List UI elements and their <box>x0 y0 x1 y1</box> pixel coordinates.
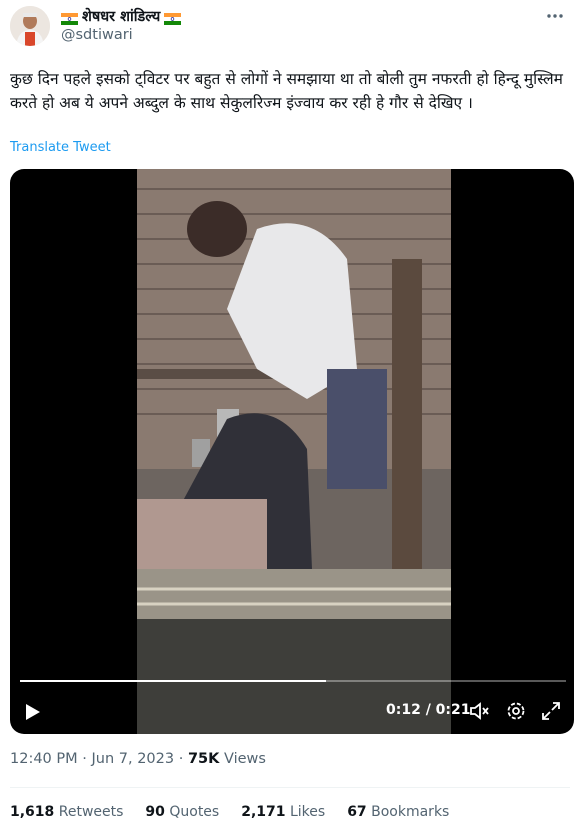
author-handle[interactable]: @sdtiwari <box>61 27 133 43</box>
video-progress-bar[interactable] <box>20 680 566 682</box>
stat-retweets[interactable]: 1,618 Retweets <box>10 804 123 820</box>
tweet-meta: 12:40 PM · Jun 7, 2023 · 75K Views <box>10 751 266 767</box>
video-time-display: 0:12 / 0:21 <box>386 702 471 718</box>
views-count: 75K <box>187 751 220 767</box>
stat-quotes[interactable]: 90 Quotes <box>145 804 219 820</box>
video-player[interactable]: 0:12 / 0:21 <box>10 169 574 734</box>
video-still-image <box>137 169 451 734</box>
stat-bookmarks[interactable]: 67 Bookmarks <box>347 804 449 820</box>
fullscreen-icon[interactable] <box>540 700 562 722</box>
video-progress-fill <box>20 680 326 682</box>
meta-separator: · <box>178 751 188 767</box>
tweet-text: कुछ दिन पहले इसको ट्विटर पर बहुत से लोगो… <box>10 70 563 112</box>
profile-photo-icon <box>10 6 50 46</box>
author-display-name[interactable]: शेषधर शांडिल्य <box>82 6 160 26</box>
divider <box>10 787 570 788</box>
mute-icon[interactable] <box>468 700 490 722</box>
settings-icon[interactable] <box>505 700 527 722</box>
tweet-time[interactable]: 12:40 PM <box>10 751 78 767</box>
india-flag-icon <box>164 10 182 25</box>
avatar[interactable] <box>10 6 50 46</box>
play-icon[interactable] <box>22 702 42 722</box>
stat-likes[interactable]: 2,171 Likes <box>241 804 325 820</box>
india-flag-icon <box>61 10 78 25</box>
engagement-stats: 1,618 Retweets 90 Quotes 2,171 Likes 67 … <box>10 804 449 820</box>
video-frame <box>137 169 451 734</box>
views-label: Views <box>223 751 266 767</box>
translate-tweet-link[interactable]: Translate Tweet <box>10 140 111 155</box>
tweet-date[interactable]: Jun 7, 2023 <box>91 751 174 767</box>
more-options-icon[interactable] <box>545 6 565 31</box>
author-name-row[interactable]: शेषधर शांडिल्य <box>61 6 182 26</box>
